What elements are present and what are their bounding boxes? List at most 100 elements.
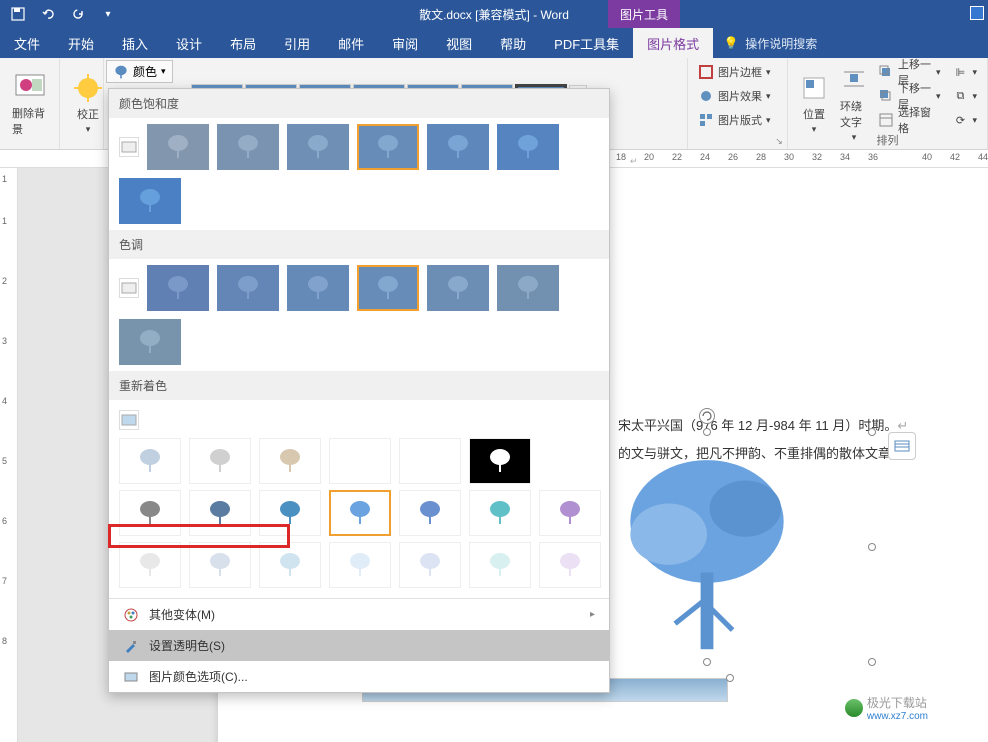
- saturation-section-label: 颜色饱和度: [109, 89, 609, 118]
- recolor-option[interactable]: [329, 438, 391, 484]
- reset-saturation-icon[interactable]: [119, 137, 139, 157]
- tab-pdf-tools[interactable]: PDF工具集: [540, 28, 633, 58]
- resize-handle[interactable]: [703, 658, 711, 666]
- reset-tone-icon[interactable]: [119, 278, 139, 298]
- saturation-option-selected[interactable]: [357, 124, 419, 170]
- tone-option[interactable]: [119, 319, 181, 365]
- tab-mailings[interactable]: 邮件: [324, 28, 378, 58]
- picture-color-options-item[interactable]: 图片颜色选项(C)...: [109, 661, 609, 692]
- effects-icon: [698, 88, 714, 104]
- recolor-option[interactable]: [469, 438, 531, 484]
- picture-tools-contextual-tab: 图片工具: [608, 0, 680, 28]
- tab-layout[interactable]: 布局: [216, 28, 270, 58]
- selection-pane-button[interactable]: 选择窗格: [874, 108, 944, 132]
- tone-option[interactable]: [497, 265, 559, 311]
- vertical-ruler[interactable]: 1 1 2 3 4 5 6 7 8: [0, 168, 18, 742]
- saturation-option[interactable]: [217, 124, 279, 170]
- bring-forward-icon: [878, 64, 894, 80]
- save-icon[interactable]: [4, 2, 32, 26]
- wrap-icon: [838, 64, 870, 96]
- options-icon: [123, 669, 139, 685]
- document-title: 散文.docx [兼容模式] - Word: [419, 6, 569, 23]
- recolor-option[interactable]: [189, 438, 251, 484]
- tab-view[interactable]: 视图: [432, 28, 486, 58]
- saturation-option[interactable]: [287, 124, 349, 170]
- recolor-option-selected[interactable]: [329, 490, 391, 536]
- saturation-option[interactable]: [427, 124, 489, 170]
- recolor-option[interactable]: [119, 438, 181, 484]
- body-text: 宋太平兴国（976 年 12 月-984 年 11 月）时期。: [618, 418, 897, 433]
- tone-option-selected[interactable]: [357, 265, 419, 311]
- tone-option[interactable]: [147, 265, 209, 311]
- dialog-launcher-icon[interactable]: ↘: [773, 135, 785, 147]
- resize-handle[interactable]: [868, 543, 876, 551]
- selection-pane-icon: [878, 112, 894, 128]
- group-button[interactable]: ⧉▾: [948, 84, 981, 108]
- recolor-option[interactable]: [399, 490, 461, 536]
- tab-insert[interactable]: 插入: [108, 28, 162, 58]
- border-icon: [698, 64, 714, 80]
- recolor-section-label: 重新着色: [109, 371, 609, 400]
- set-transparent-color-item[interactable]: 设置透明色(S): [109, 630, 609, 661]
- tone-section-label: 色调: [109, 230, 609, 259]
- customize-qat-icon[interactable]: ▾: [94, 2, 122, 26]
- tone-option[interactable]: [217, 265, 279, 311]
- resize-handle[interactable]: [726, 674, 734, 682]
- redo-icon[interactable]: [64, 2, 92, 26]
- watermark: 极光下载站 www.xz7.com: [845, 694, 928, 722]
- picture-layout-button[interactable]: 图片版式▾: [694, 108, 775, 132]
- group-icon: ⧉: [952, 88, 968, 104]
- more-variations-item[interactable]: 其他变体(M) ▸: [109, 599, 609, 630]
- recolor-option[interactable]: [469, 542, 531, 588]
- recolor-option[interactable]: [539, 542, 601, 588]
- saturation-option[interactable]: [147, 124, 209, 170]
- color-dropdown-button[interactable]: 颜色 ▾: [106, 60, 173, 83]
- align-button[interactable]: ⊫▾: [948, 60, 981, 84]
- layout-options-button[interactable]: [888, 432, 916, 460]
- recolor-option[interactable]: [329, 542, 391, 588]
- tab-picture-format[interactable]: 图片格式: [633, 28, 713, 58]
- resize-handle[interactable]: [868, 428, 876, 436]
- tab-design[interactable]: 设计: [162, 28, 216, 58]
- tab-help[interactable]: 帮助: [486, 28, 540, 58]
- saturation-option[interactable]: [497, 124, 559, 170]
- reset-recolor-icon[interactable]: [119, 410, 139, 430]
- watermark-logo-icon: [845, 699, 863, 717]
- color-dropdown-panel: 颜色饱和度 色调 重新着色: [108, 88, 610, 693]
- recolor-option[interactable]: [259, 438, 321, 484]
- recolor-option[interactable]: [399, 438, 461, 484]
- resize-handle[interactable]: [868, 658, 876, 666]
- recolor-option[interactable]: [119, 542, 181, 588]
- recolor-option[interactable]: [189, 490, 251, 536]
- window-restore-icon[interactable]: [970, 6, 984, 20]
- position-icon: [798, 72, 830, 104]
- undo-icon[interactable]: [34, 2, 62, 26]
- recolor-option[interactable]: [119, 490, 181, 536]
- send-backward-icon: [878, 88, 894, 104]
- layout-icon: [698, 112, 714, 128]
- tell-me-search[interactable]: 💡 操作说明搜索: [723, 28, 817, 58]
- resize-handle[interactable]: [703, 428, 711, 436]
- chevron-down-icon: ▾: [161, 66, 166, 77]
- arrange-group-label: 排列: [788, 132, 987, 148]
- recolor-option[interactable]: [189, 542, 251, 588]
- recolor-option[interactable]: [399, 542, 461, 588]
- saturation-option[interactable]: [119, 178, 181, 224]
- picture-border-button[interactable]: 图片边框▾: [694, 60, 775, 84]
- rotate-handle[interactable]: [699, 408, 715, 424]
- tab-references[interactable]: 引用: [270, 28, 324, 58]
- recolor-option[interactable]: [539, 490, 601, 536]
- recolor-option[interactable]: [259, 490, 321, 536]
- tone-option[interactable]: [287, 265, 349, 311]
- recolor-option[interactable]: [259, 542, 321, 588]
- remove-background-button[interactable]: 删除背景: [6, 60, 53, 147]
- eyedropper-icon: [123, 638, 139, 654]
- chevron-down-icon: ▾: [86, 124, 91, 135]
- rotate-button[interactable]: ⟳▾: [948, 108, 981, 132]
- picture-effects-button[interactable]: 图片效果▾: [694, 84, 775, 108]
- tab-home[interactable]: 开始: [54, 28, 108, 58]
- recolor-option[interactable]: [469, 490, 531, 536]
- tab-file[interactable]: 文件: [0, 28, 54, 58]
- tab-review[interactable]: 审阅: [378, 28, 432, 58]
- tone-option[interactable]: [427, 265, 489, 311]
